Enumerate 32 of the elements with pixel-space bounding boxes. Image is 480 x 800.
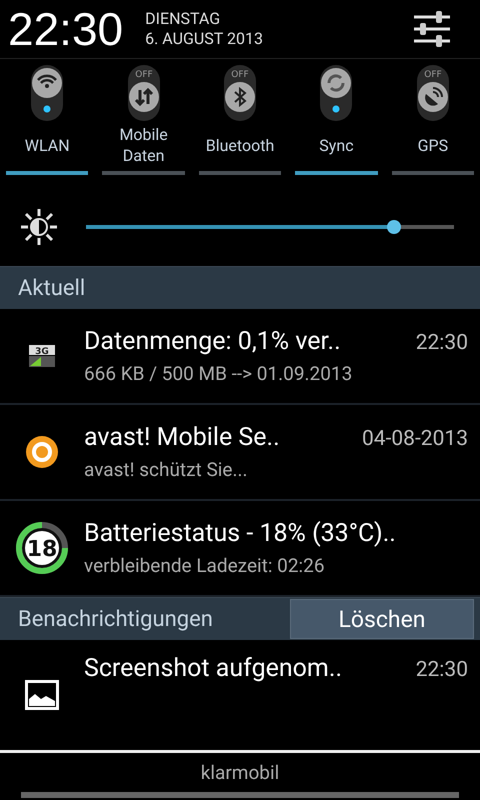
notification-title: Screenshot aufgenom.. — [84, 654, 342, 683]
drag-handle[interactable] — [21, 792, 459, 798]
clear-button[interactable]: Löschen — [290, 599, 474, 639]
quick-toggle[interactable]: WLAN — [6, 63, 88, 180]
section-title: Benachrichtigungen — [17, 606, 214, 634]
brightness-icon — [20, 208, 58, 246]
clock-time: 22:30 — [8, 2, 124, 56]
notification-time: 04-08-2013 — [362, 427, 468, 451]
section-title: Aktuell — [17, 274, 86, 302]
quick-toggle[interactable]: OFF Mobile Daten — [102, 63, 185, 180]
brightness-slider[interactable] — [86, 218, 454, 236]
notification-title: Datenmenge: 0,1% ver.. — [84, 327, 341, 356]
notification-item[interactable]: avast! Mobile Se.. 04-08-2013 avast! schützt Sie... — [0, 405, 480, 501]
notification-text: avast! schützt Sie... — [84, 458, 248, 481]
date-label: 6. AUGUST 2013 — [145, 29, 264, 49]
image-icon — [25, 680, 59, 710]
notification-time: 22:30 — [416, 658, 468, 682]
notification-title: avast! Mobile Se.. — [84, 423, 280, 452]
carrier-label: klarmobil — [200, 761, 280, 784]
notification-time: 22:30 — [416, 331, 468, 355]
quick-toggle[interactable]: OFF GPS — [392, 63, 474, 180]
quick-toggle[interactable]: Sync — [295, 63, 378, 180]
notification-item[interactable]: 3G Datenmenge: 0,1% ver.. 22:30 666 KB / 500 MB --> 01.09.2013 — [0, 309, 480, 405]
notification-text: 666 KB / 500 MB --> 01.09.2013 — [84, 362, 354, 385]
notification-item[interactable]: Screenshot aufgenom.. 22:30 — [0, 640, 480, 750]
notification-title: Batteriestatus - 18% (33°C).. — [84, 519, 396, 548]
notification-text: verbleibende Ladezeit: 02:26 — [84, 554, 326, 577]
weekday-label: DIENSTAG — [145, 9, 222, 29]
ring-logo-icon — [25, 435, 59, 469]
settings-icon[interactable] — [412, 9, 452, 49]
battery-gauge-icon: 18 — [15, 521, 69, 575]
quick-toggle[interactable]: OFF Bluetooth — [198, 63, 282, 180]
